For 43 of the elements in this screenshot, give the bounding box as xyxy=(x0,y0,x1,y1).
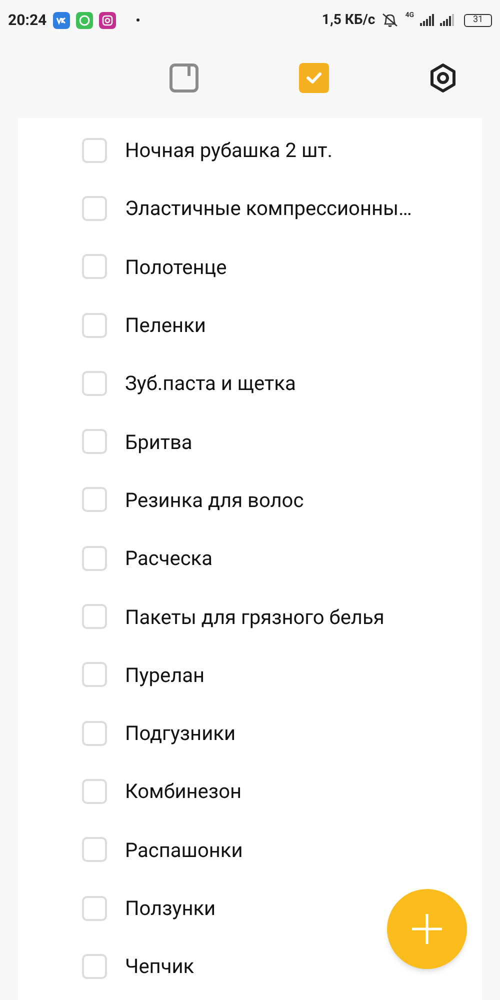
item-text: Пурелан xyxy=(125,662,205,689)
item-text: Ползунки xyxy=(125,895,216,922)
item-text: Подгузники xyxy=(125,720,236,748)
item-text: Эластичные компрессионны… xyxy=(125,195,412,222)
item-text: Зуб.паста и щетка xyxy=(125,370,296,398)
checkbox[interactable] xyxy=(82,778,107,804)
checkbox[interactable] xyxy=(82,370,107,396)
item-text: Резинка для волос xyxy=(125,486,304,514)
checkbox[interactable] xyxy=(82,662,107,688)
notification-dot-icon xyxy=(136,18,140,22)
signal-icon xyxy=(440,14,454,26)
note-icon xyxy=(169,63,199,93)
checkbox[interactable] xyxy=(82,312,107,338)
item-text: Пакеты для грязного белья xyxy=(125,604,384,631)
checkbox[interactable] xyxy=(82,254,107,280)
settings-icon xyxy=(429,63,457,93)
checkbox[interactable] xyxy=(82,954,107,979)
item-text: Полотенце xyxy=(125,254,227,281)
checkbox[interactable] xyxy=(82,138,107,163)
camera-app-icon xyxy=(98,12,116,28)
app-icon xyxy=(52,12,70,28)
item-text: Комбинезон xyxy=(125,778,242,806)
checkbox[interactable] xyxy=(82,896,107,920)
item-text: Ночная рубашка 2 шт. xyxy=(125,137,333,164)
checkbox-icon xyxy=(298,63,328,93)
checkbox[interactable] xyxy=(82,837,107,862)
muted-bell-icon xyxy=(381,12,400,28)
battery-indicator: 31 xyxy=(464,14,492,26)
checkbox[interactable] xyxy=(82,429,107,454)
item-text: Чепчик xyxy=(125,953,194,980)
item-text: Расческа xyxy=(125,545,212,572)
checkbox[interactable] xyxy=(82,604,107,630)
checkbox[interactable] xyxy=(82,546,107,571)
item-text: Бритва xyxy=(125,428,192,456)
plus-icon xyxy=(410,912,444,946)
item-text: Пеленки xyxy=(125,312,206,340)
checkbox[interactable] xyxy=(82,487,107,512)
network-speed: 1,5 КБ/с xyxy=(322,10,376,30)
item-text: Распашонки xyxy=(125,836,243,864)
signal-icon xyxy=(420,14,434,26)
checkbox[interactable] xyxy=(82,196,107,221)
clock: 20:24 xyxy=(8,10,47,31)
checkbox[interactable] xyxy=(82,720,107,746)
